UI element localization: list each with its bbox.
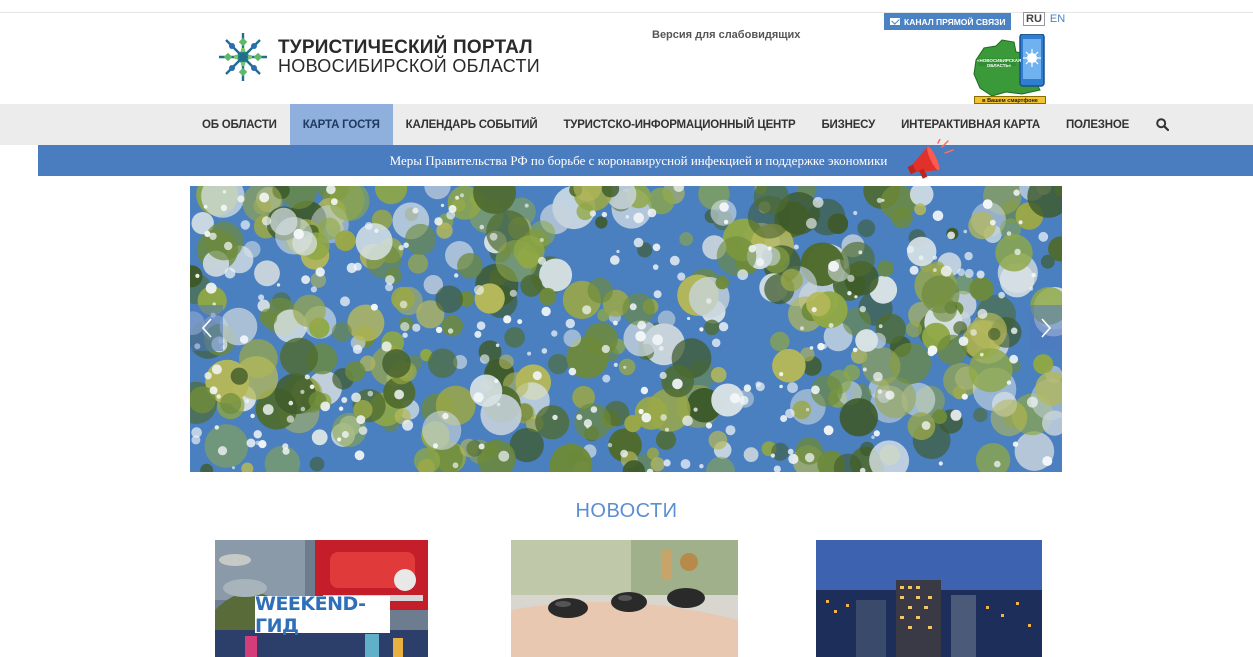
logo-text: ТУРИСТИЧЕСКИЙ ПОРТАЛ НОВОСИБИРСКОЙ ОБЛАС… (278, 38, 540, 76)
app-promo-title: «НОВОСИБИРСКАЯ ОБЛАСТЬ» (977, 58, 1022, 68)
region-map-phone-icon (973, 34, 1045, 97)
site-header: ТУРИСТИЧЕСКИЙ ПОРТАЛ НОВОСИБИРСКОЙ ОБЛАС… (0, 0, 1253, 104)
direct-channel-button[interactable]: КАНАЛ ПРЯМОЙ СВЯЗИ (884, 13, 1012, 30)
news-image-spa-stones (511, 540, 738, 657)
main-navigation: ОБ ОБЛАСТИ КАРТА ГОСТЯ КАЛЕНДАРЬ СОБЫТИЙ… (0, 104, 1253, 145)
slider-next-button[interactable] (1029, 305, 1062, 351)
nav-item-tourist-info-center[interactable]: ТУРИСТСКО-ИНФОРМАЦИОННЫЙ ЦЕНТР (550, 104, 808, 145)
news-image-city-night (816, 540, 1042, 657)
nav-items: ОБ ОБЛАСТИ КАРТА ГОСТЯ КАЛЕНДАРЬ СОБЫТИЙ… (189, 104, 1182, 145)
megaphone-icon (907, 139, 954, 179)
search-icon (1155, 118, 1169, 131)
logo-title: ТУРИСТИЧЕСКИЙ ПОРТАЛ (278, 37, 533, 58)
language-ru[interactable]: RU (1023, 12, 1045, 26)
covid-banner-text: Меры Правительства РФ по борьбе с корона… (389, 153, 888, 168)
app-promo-caption: в Вашем смартфоне (974, 96, 1046, 104)
news-card[interactable] (511, 540, 738, 657)
chevron-right-icon (1040, 318, 1051, 338)
covid-measures-banner[interactable]: Меры Правительства РФ по борьбе с корона… (38, 139, 1253, 179)
nav-item-about-region[interactable]: ОБ ОБЛАСТИ (189, 104, 290, 145)
search-button[interactable] (1142, 104, 1182, 145)
nav-item-guest-card[interactable]: КАРТА ГОСТЯ (289, 104, 393, 145)
logo-subtitle: НОВОСИБИРСКОЙ ОБЛАСТИ (278, 56, 540, 76)
news-card[interactable]: WEEKEND-ГИД (215, 540, 428, 657)
accessibility-version-link[interactable]: Версия для слабовидящих (652, 29, 800, 41)
slider-prev-button[interactable] (190, 305, 223, 351)
direct-channel-label: КАНАЛ ПРЯМОЙ СВЯЗИ (904, 16, 1006, 27)
nav-item-business[interactable]: БИЗНЕСУ (808, 104, 888, 145)
news-section-title: НОВОСТИ (575, 500, 678, 522)
weekend-guide-label: WEEKEND-ГИД (255, 593, 390, 637)
snowflake-logo-icon (219, 33, 267, 81)
chevron-left-icon (201, 318, 212, 338)
nav-item-useful[interactable]: ПОЛЕЗНОЕ (1053, 104, 1142, 145)
mail-icon (890, 18, 900, 25)
language-en[interactable]: EN (1048, 12, 1067, 26)
news-card[interactable] (816, 540, 1042, 657)
hero-slider[interactable] (190, 186, 1062, 472)
slide-image-winter-forest (190, 186, 1062, 472)
nav-item-events-calendar[interactable]: КАЛЕНДАРЬ СОБЫТИЙ (393, 104, 551, 145)
language-switcher: RU EN (1023, 12, 1067, 26)
site-logo-link[interactable]: ТУРИСТИЧЕСКИЙ ПОРТАЛ НОВОСИБИРСКОЙ ОБЛАС… (216, 30, 540, 84)
